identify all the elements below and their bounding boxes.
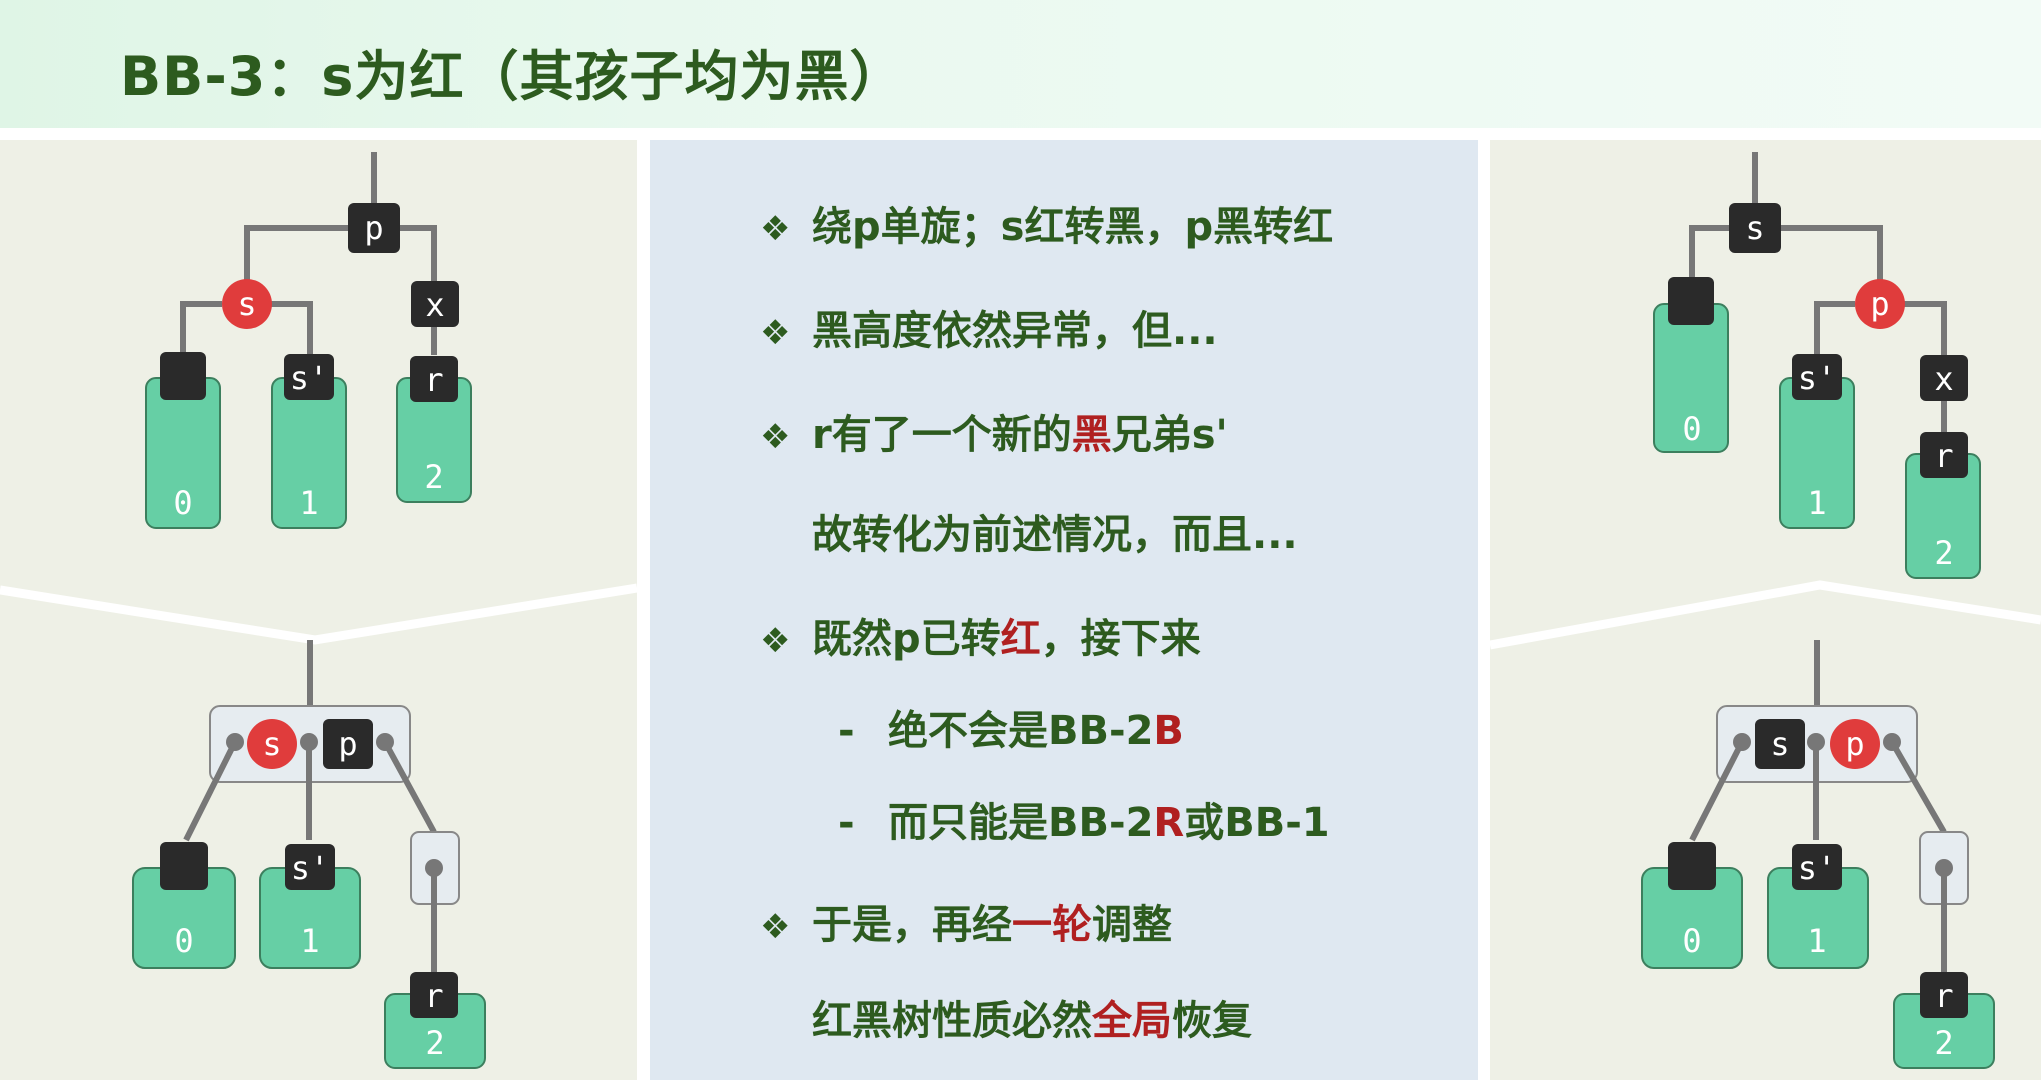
bullet-text: 调整 [1092,902,1172,948]
bullet-text: 恢复 [1172,998,1252,1044]
svg-text:0: 0 [173,484,192,522]
svg-text:x: x [425,286,444,324]
tree-after-rotation: s' x r s p 0 1 2 [1653,152,1981,579]
dash-marker: - [838,708,855,754]
btree-before-rotation: s p s' r 0 1 2 [132,640,486,1069]
node-r: r [1920,972,1968,1018]
bullet-text: 绝不会是BB-2 [888,708,1154,754]
svg-text:0: 0 [1682,922,1701,960]
svg-text:s': s' [291,849,330,887]
diamond-bullet-icon: ❖ [760,417,791,457]
bullet-item: ❖ 于是，再经一轮调整 [760,892,1172,950]
node-x: x [1920,355,1968,401]
node-sprime: s' [285,844,335,890]
svg-text:1: 1 [1807,484,1826,522]
node-sprime: s' [1792,844,1842,890]
svg-text:s': s' [1798,849,1837,887]
svg-text:x: x [1934,360,1953,398]
svg-text:2: 2 [424,458,443,496]
sub-item: - 而只能是BB-2R或BB-1 [838,790,1330,848]
black-node [160,842,208,890]
node-sprime: s' [1792,354,1842,400]
svg-text:p: p [1870,285,1889,323]
svg-text:1: 1 [300,922,319,960]
bullet-item: ❖ r有了一个新的黑兄弟s' [760,402,1228,460]
bullet-text: 黑高度依然异常，但... [812,308,1218,354]
svg-text:s': s' [290,359,329,397]
tree-before-rotation: s' r p s x 0 1 2 [145,152,472,529]
svg-text:s: s [237,285,256,323]
bullet-text: 兄弟s' [1111,412,1228,458]
svg-text:2: 2 [1934,534,1953,572]
diamond-bullet-icon: ❖ [760,209,791,249]
node-p: p [348,203,400,253]
bullet-text: r有了一个新的 [812,412,1072,458]
highlight-text: R [1153,800,1185,846]
dash-marker: - [838,800,855,846]
node-s: s [1729,203,1781,253]
node-s: s [247,719,297,769]
bullet-item: ❖ 黑高度依然异常，但... [760,298,1218,356]
highlight-text: 红 [1000,616,1041,662]
bullet-text: 红黑树性质必然 [812,998,1092,1044]
panel-divider-line [1489,580,2041,650]
node-r: r [410,972,458,1018]
btree-after-rotation: s p s' r 0 1 2 [1641,640,1995,1069]
svg-text:s: s [1745,209,1764,247]
svg-text:p: p [1845,725,1864,763]
svg-text:r: r [424,361,443,399]
diamond-bullet-icon: ❖ [760,621,791,661]
node-r: r [410,356,458,402]
svg-text:p: p [338,725,357,763]
bullet-continuation: 红黑树性质必然全局恢复 [812,988,1252,1046]
svg-text:s: s [1770,725,1789,763]
highlight-text: 全局 [1092,998,1172,1044]
node-s: s [1755,719,1805,769]
svg-text:s': s' [1798,359,1837,397]
node-p: p [323,719,373,769]
svg-text:1: 1 [1807,922,1826,960]
svg-text:2: 2 [425,1024,444,1062]
black-node [160,352,206,400]
bullet-text: 既然p已转 [812,616,1001,662]
black-node [1668,277,1714,325]
svg-text:2: 2 [1934,1024,1953,1062]
bullet-text: 故转化为前述情况，而且... [812,512,1298,558]
diamond-bullet-icon: ❖ [760,313,791,353]
bullet-text: 于是，再经 [812,902,1012,948]
bullet-item: ❖ 绕p单旋；s红转黑，p黑转红 [760,194,1333,252]
svg-text:p: p [364,209,383,247]
bullet-text: 而只能是BB-2 [888,800,1154,846]
bullet-item: ❖ 既然p已转红，接下来 [760,606,1201,664]
node-x: x [411,281,459,327]
diamond-bullet-icon: ❖ [760,907,791,947]
svg-text:0: 0 [174,922,193,960]
bullet-text: 绕p单旋；s红转黑，p黑转红 [812,204,1334,250]
svg-text:1: 1 [299,484,318,522]
bullet-continuation: 故转化为前述情况，而且... [812,502,1298,560]
svg-text:r: r [1934,977,1953,1015]
node-sprime: s' [284,354,334,400]
bullet-text: ，接下来 [1040,616,1201,662]
node-s: s [222,279,272,329]
svg-text:s: s [262,725,281,763]
svg-text:0: 0 [1682,410,1701,448]
black-node [1668,842,1716,890]
sub-item: - 绝不会是BB-2B [838,698,1184,756]
node-r: r [1920,432,1968,478]
node-p: p [1855,279,1905,329]
highlight-text: 黑 [1071,412,1112,458]
highlight-text: 一轮 [1012,902,1092,948]
highlight-text: B [1153,708,1184,754]
panel-divider-line [0,583,638,645]
bullet-text: 或BB-1 [1184,800,1330,846]
node-p: p [1830,719,1880,769]
svg-text:r: r [1934,437,1953,475]
svg-text:r: r [424,977,443,1015]
